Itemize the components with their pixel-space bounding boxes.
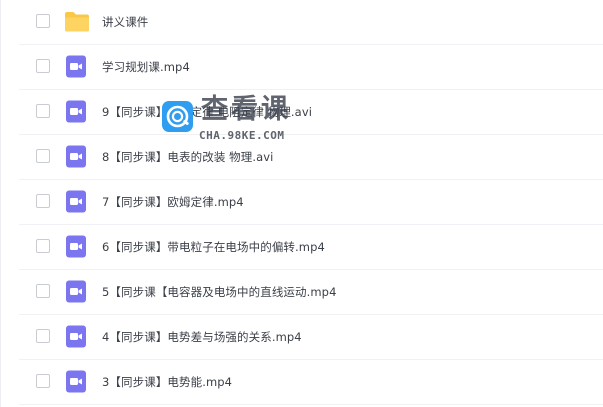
row-checkbox[interactable] xyxy=(36,239,50,253)
row-checkbox[interactable] xyxy=(36,194,50,208)
file-name[interactable]: 8【同步课】电表的改装 物理.avi xyxy=(102,149,273,165)
row-checkbox[interactable] xyxy=(36,329,50,343)
video-file-icon xyxy=(64,280,90,303)
file-name[interactable]: 5【同步课【电容器及电场中的直线运动.mp4 xyxy=(102,284,337,300)
row-checkbox[interactable] xyxy=(36,149,50,163)
video-file-icon xyxy=(64,370,90,393)
file-name[interactable]: 6【同步课】带电粒子在电场中的偏转.mp4 xyxy=(102,239,325,255)
row-checkbox[interactable] xyxy=(36,14,50,28)
video-file-icon xyxy=(64,145,90,168)
file-name[interactable]: 7【同步课】欧姆定律.mp4 xyxy=(102,194,244,210)
file-name[interactable]: 学习规划课.mp4 xyxy=(102,59,190,75)
video-file-icon xyxy=(64,100,90,123)
file-name[interactable]: 9【同步课】焦耳定律 电阻定律 物理.avi xyxy=(102,104,312,120)
row-checkbox[interactable] xyxy=(36,59,50,73)
row-checkbox[interactable] xyxy=(36,104,50,118)
video-file-icon xyxy=(64,235,90,258)
row-checkbox[interactable] xyxy=(36,374,50,388)
file-row-video[interactable]: 学习规划课.mp4 xyxy=(1,45,603,90)
folder-icon xyxy=(64,10,90,33)
row-checkbox[interactable] xyxy=(36,284,50,298)
file-name[interactable]: 3【同步课】电势能.mp4 xyxy=(102,374,232,390)
file-row-video[interactable]: 7【同步课】欧姆定律.mp4 xyxy=(1,180,603,225)
video-file-icon xyxy=(64,190,90,213)
file-row-video[interactable]: 3【同步课】电势能.mp4 xyxy=(1,360,603,405)
file-row-video[interactable]: 6【同步课】带电粒子在电场中的偏转.mp4 xyxy=(1,225,603,270)
file-name[interactable]: 讲义课件 xyxy=(102,14,148,30)
video-file-icon xyxy=(64,325,90,348)
file-list: 讲义课件 学习规划课.mp4 9【同步课】焦耳定律 电阻定律 物理.avi 8【… xyxy=(0,0,603,407)
file-row-folder[interactable]: 讲义课件 xyxy=(1,0,603,45)
file-row-video[interactable]: 5【同步课【电容器及电场中的直线运动.mp4 xyxy=(1,270,603,315)
file-row-video[interactable]: 8【同步课】电表的改装 物理.avi xyxy=(1,135,603,180)
file-row-video[interactable]: 4【同步课】电势差与场强的关系.mp4 xyxy=(1,315,603,360)
video-file-icon xyxy=(64,55,90,78)
file-row-video[interactable]: 9【同步课】焦耳定律 电阻定律 物理.avi xyxy=(1,90,603,135)
file-name[interactable]: 4【同步课】电势差与场强的关系.mp4 xyxy=(102,329,302,345)
